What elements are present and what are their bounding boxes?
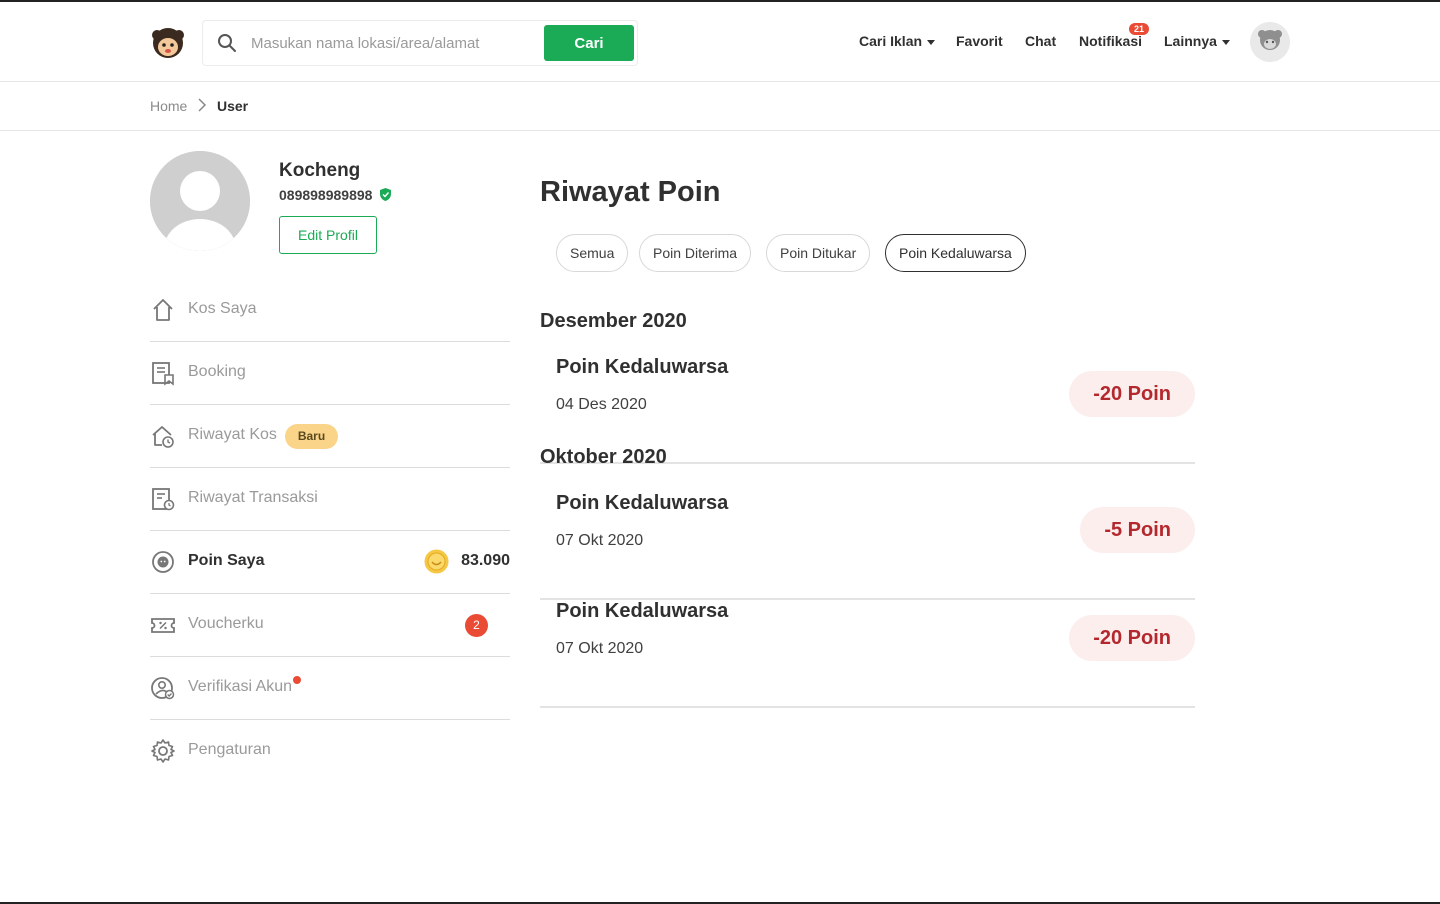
booking-icon [150, 360, 176, 386]
month-heading: Desember 2020 [540, 310, 687, 332]
caret-down-icon [1221, 39, 1230, 45]
nav-notifikasi-label: Notifikasi [1079, 33, 1143, 49]
month-heading: Oktober 2020 [540, 446, 667, 468]
chevron-right-icon [197, 98, 207, 112]
sidebar-item-pengaturan[interactable]: Pengaturan [150, 720, 510, 783]
history-home-icon [150, 423, 176, 449]
entry-date: 07 Okt 2020 [556, 640, 644, 657]
mamikos-logo[interactable] [150, 26, 186, 60]
top-navbar: Cari Cari Iklan Favorit Chat Notifikasi … [0, 2, 1440, 82]
point-history-entry: Poin Kedaluwarsa 07 Okt 2020 -5 Poin [540, 492, 1195, 600]
sidebar-item-voucherku[interactable]: Voucherku 2 [150, 594, 510, 657]
sidebar-item-booking[interactable]: Booking [150, 342, 510, 405]
search-button[interactable]: Cari [544, 25, 634, 61]
transaction-icon [150, 486, 176, 512]
sidebar-item-label: Verifikasi Akun [188, 678, 293, 695]
point-history-entry: Poin Kedaluwarsa 07 Okt 2020 -20 Poin [540, 600, 1195, 708]
search-input[interactable] [251, 27, 536, 59]
sidebar-item-label: Riwayat Kos [188, 426, 277, 443]
coin-icon [424, 549, 449, 574]
home-icon [150, 297, 176, 323]
nav-chat[interactable]: Chat [1025, 33, 1056, 53]
sidebar-item-label: Pengaturan [188, 741, 271, 758]
filter-chip-poin-kedaluwarsa[interactable]: Poin Kedaluwarsa [885, 234, 1026, 272]
filter-chip-poin-ditukar[interactable]: Poin Ditukar [766, 234, 871, 272]
entry-title: Poin Kedaluwarsa [556, 492, 729, 514]
nav-cari-iklan-label: Cari Iklan [859, 33, 923, 49]
verified-shield-icon [380, 188, 391, 201]
profile-phone: 089898989898 [279, 187, 373, 203]
sidebar-item-kos-saya[interactable]: Kos Saya [150, 279, 510, 342]
voucher-count-badge: 2 [465, 614, 488, 637]
new-badge: Baru [285, 424, 338, 449]
sidebar-item-riwayat-kos[interactable]: Riwayat Kos Baru [150, 405, 510, 468]
entry-title: Poin Kedaluwarsa [556, 600, 729, 622]
sidebar-item-verifikasi-akun[interactable]: Verifikasi Akun [150, 657, 510, 720]
entry-title: Poin Kedaluwarsa [556, 356, 729, 378]
nav-lainnya[interactable]: Lainnya [1164, 33, 1230, 53]
profile-name: Kocheng [279, 160, 361, 181]
sidebar-item-poin-saya[interactable]: Poin Saya 83.090 [150, 531, 510, 594]
breadcrumb-home-link[interactable]: Home [150, 98, 187, 114]
sidebar-item-label: Voucherku [188, 615, 264, 632]
nav-favorit[interactable]: Favorit [956, 33, 1003, 53]
voucher-icon [150, 612, 176, 638]
notification-count-badge: 21 [1129, 23, 1149, 35]
notification-dot [293, 676, 301, 684]
profile-avatar [150, 151, 250, 251]
sidebar-item-label: Booking [188, 363, 246, 380]
entry-date: 04 Des 2020 [556, 396, 647, 413]
sidebar-item-label: Poin Saya [188, 552, 265, 569]
point-icon [150, 549, 176, 575]
point-balance: 83.090 [461, 552, 510, 569]
nav-cari-iklan[interactable]: Cari Iklan [859, 33, 936, 53]
nav-lainnya-label: Lainnya [1164, 33, 1217, 49]
entry-amount: -20 Poin [1069, 615, 1195, 661]
entry-amount: -5 Poin [1080, 507, 1195, 553]
nav-notifikasi[interactable]: Notifikasi 21 [1079, 23, 1149, 53]
entry-date: 07 Okt 2020 [556, 532, 644, 549]
sidebar-item-label: Kos Saya [188, 300, 257, 317]
entry-amount: -20 Poin [1069, 371, 1195, 417]
filter-chip-semua[interactable]: Semua [556, 234, 629, 272]
sidebar-item-riwayat-transaksi[interactable]: Riwayat Transaksi [150, 468, 510, 531]
caret-down-icon [927, 39, 936, 45]
search-icon [217, 33, 237, 53]
breadcrumb: Home User [0, 82, 1440, 131]
filter-chip-poin-diterima[interactable]: Poin Diterima [639, 234, 752, 272]
verify-user-icon [150, 675, 176, 701]
breadcrumb-current: User [217, 98, 249, 114]
sidebar-item-label: Riwayat Transaksi [188, 489, 318, 506]
page-title: Riwayat Poin [540, 176, 721, 208]
search-bar: Cari [202, 20, 638, 66]
gear-icon [150, 738, 176, 764]
edit-profile-button[interactable]: Edit Profil [279, 216, 377, 254]
user-avatar-menu[interactable] [1250, 22, 1290, 62]
